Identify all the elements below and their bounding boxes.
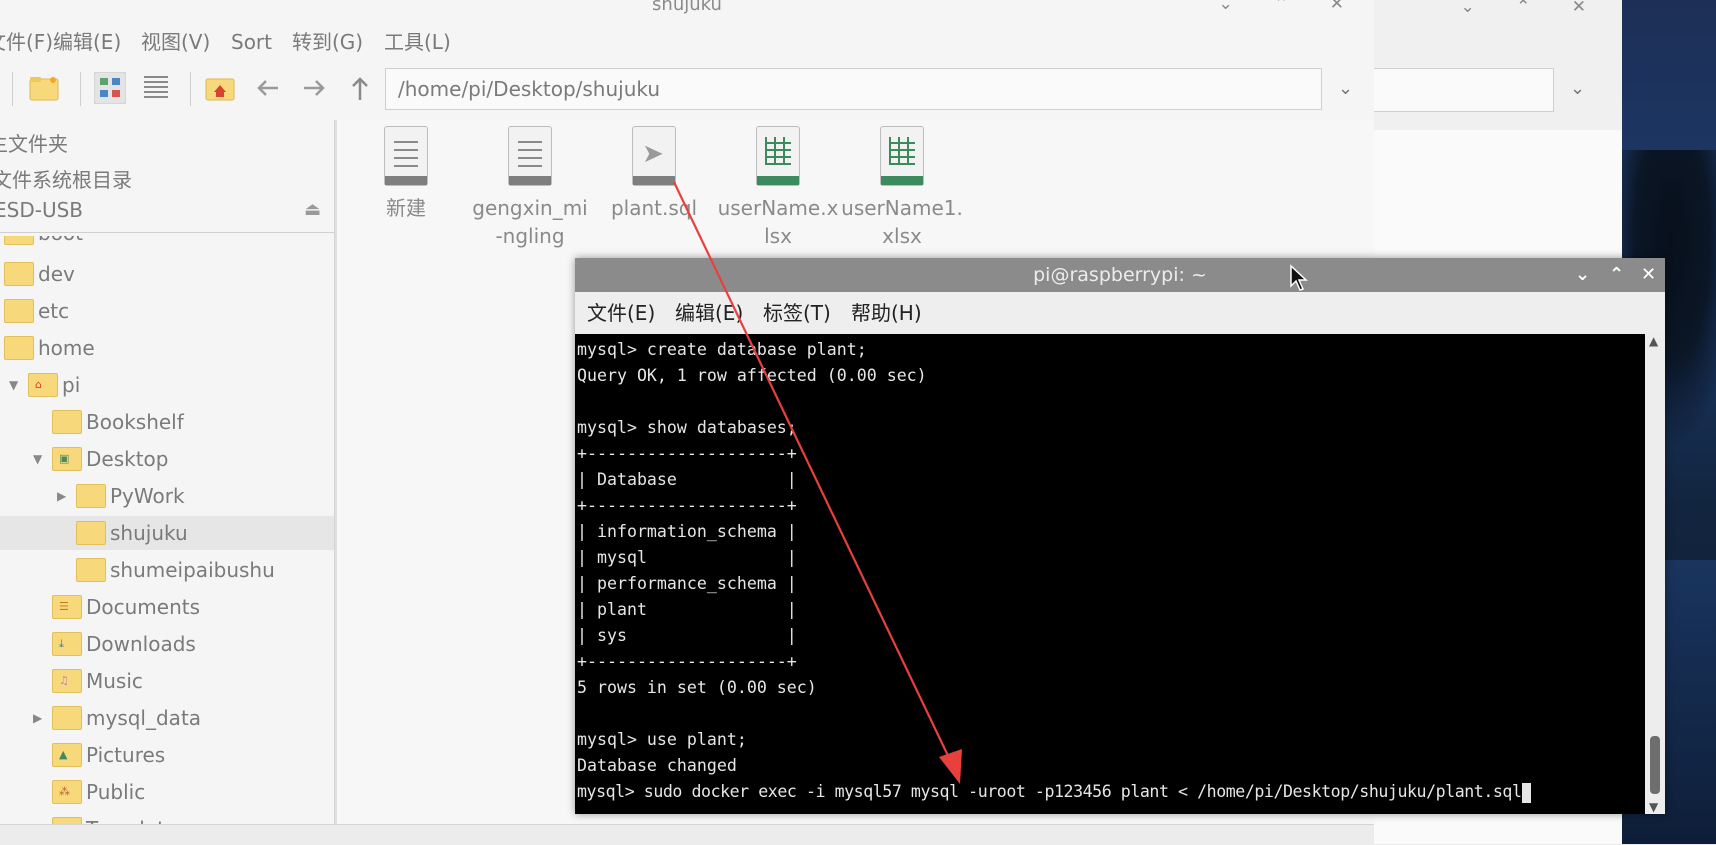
annotation-arrow	[673, 181, 962, 784]
annotation-arrowhead	[939, 749, 962, 784]
mouse-pointer-icon	[1290, 264, 1308, 291]
annotation-arrow-line	[673, 181, 952, 763]
